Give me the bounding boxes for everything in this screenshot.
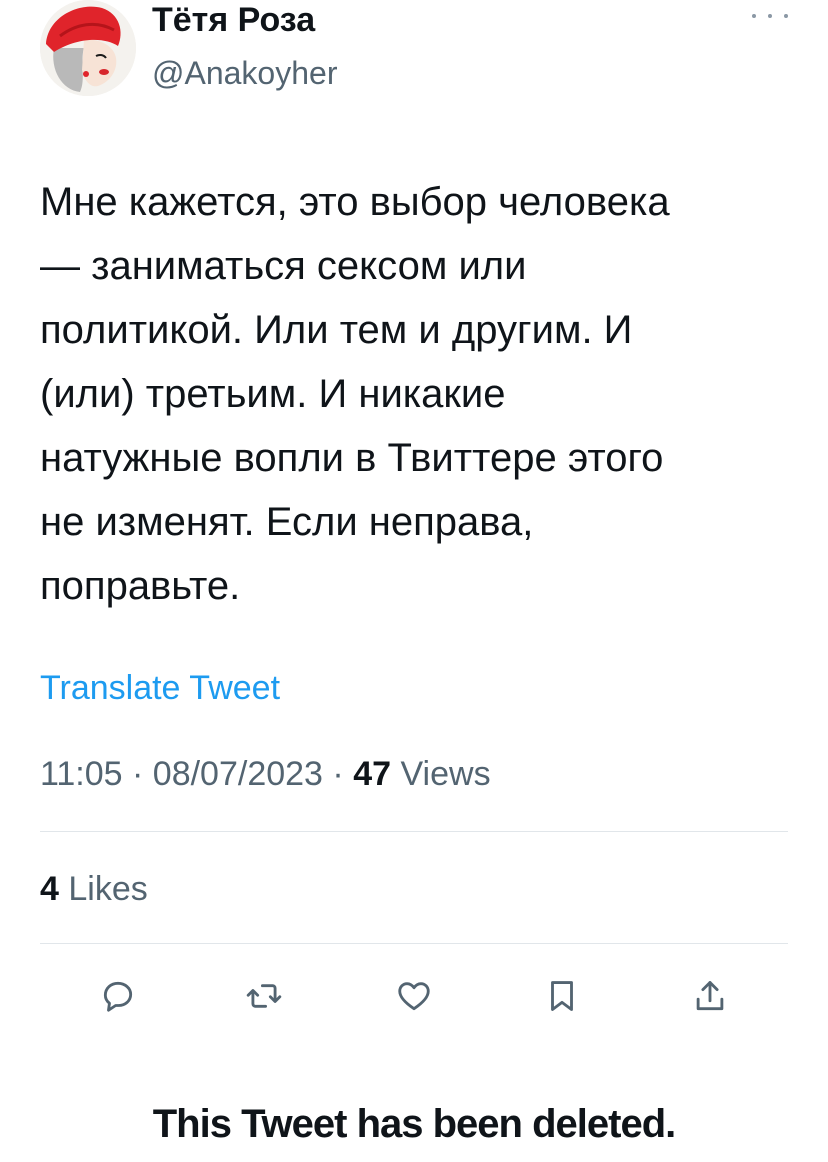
more-options-icon[interactable] (752, 6, 788, 26)
avatar[interactable] (40, 0, 136, 96)
likes-count: 4 (40, 870, 59, 908)
author-display-name[interactable]: Тётя Роза (152, 0, 315, 40)
bookmark-button[interactable] (534, 968, 590, 1024)
tweet-meta: 11:05 · 08/07/2023 · 47 Views (40, 752, 491, 796)
more-dot (768, 14, 772, 18)
reply-icon (103, 981, 133, 1012)
meta-separator: · (132, 755, 144, 793)
retweet-icon (246, 984, 282, 1008)
tweet-time[interactable]: 11:05 (40, 755, 123, 793)
views-count: 47 (353, 755, 392, 793)
share-icon (696, 981, 724, 1011)
more-dot (784, 14, 788, 18)
deleted-tweet-notice: This Tweet has been deleted. (152, 1102, 677, 1146)
divider (40, 943, 788, 944)
likes-label: Likes (68, 870, 148, 908)
like-button[interactable] (386, 968, 442, 1024)
author-handle[interactable]: @Anakoyher (152, 54, 337, 92)
views-label: Views (400, 755, 491, 793)
share-button[interactable] (682, 968, 738, 1024)
bookmark-icon (551, 981, 573, 1011)
tweet-actions-bar (40, 968, 788, 1024)
meta-separator: · (332, 755, 344, 793)
divider (40, 831, 788, 832)
tweet-date[interactable]: 08/07/2023 (153, 755, 323, 793)
avatar-illustration (40, 0, 136, 96)
translate-tweet-link[interactable]: Translate Tweet (40, 666, 280, 710)
likes-link[interactable]: 4 Likes (40, 866, 148, 912)
tweet-text: Мне кажется, это выбор человека — занима… (40, 180, 670, 608)
retweet-button[interactable] (236, 968, 292, 1024)
heart-icon (398, 982, 430, 1011)
reply-button[interactable] (90, 968, 146, 1024)
more-dot (752, 14, 756, 18)
